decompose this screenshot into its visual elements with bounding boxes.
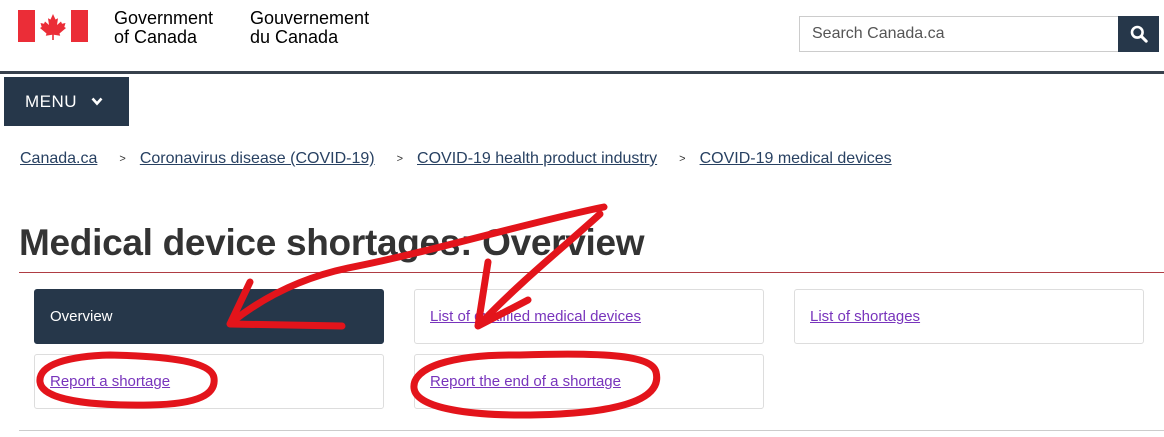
menu-label: MENU — [25, 91, 78, 111]
wordmark-fr-line2: du Canada — [250, 27, 339, 47]
breadcrumb-link-medical-devices[interactable]: COVID-19 medical devices — [700, 150, 892, 168]
title-divider — [19, 272, 1164, 273]
page-title: Medical device shortages: Overview — [19, 222, 645, 263]
nav-item-overview-label: Overview — [50, 308, 113, 325]
breadcrumb-link-health-product-industry[interactable]: COVID-19 health product industry — [417, 150, 657, 168]
breadcrumb-separator: > — [396, 153, 404, 165]
search-icon — [1130, 25, 1148, 43]
nav-item-report-shortage: Report a shortage — [34, 354, 384, 409]
breadcrumb-separator: > — [679, 153, 686, 165]
site-header: Government of Canada Gouvernement du Can… — [0, 0, 1164, 74]
wordmark-fr-line1: Gouvernement — [250, 8, 370, 28]
nav-link-report-end-of-shortage[interactable]: Report the end of a shortage — [430, 373, 621, 390]
breadcrumb-link-canada[interactable]: Canada.ca — [20, 150, 97, 168]
canada-flag-icon[interactable] — [18, 10, 88, 42]
nav-link-list-of-shortages[interactable]: List of shortages — [810, 308, 920, 325]
nav-link-report-shortage[interactable]: Report a shortage — [50, 373, 170, 390]
wordmark-en-line1: Government — [114, 8, 214, 28]
nav-link-qualified-devices[interactable]: List of qualified medical devices — [430, 308, 641, 325]
wordmark-french[interactable]: Gouvernement du Canada — [250, 9, 369, 47]
breadcrumb: Canada.ca > Coronavirus disease (COVID-1… — [20, 150, 892, 168]
nav-item-report-end-of-shortage: Report the end of a shortage — [414, 354, 764, 409]
search-button[interactable] — [1118, 16, 1159, 52]
nav-item-qualified-devices: List of qualified medical devices — [414, 289, 764, 344]
search-input[interactable] — [799, 16, 1118, 52]
search-form — [799, 16, 1159, 52]
wordmark-english[interactable]: Government of Canada — [114, 9, 213, 47]
breadcrumb-separator: > — [119, 153, 126, 165]
chevron-down-icon — [91, 97, 103, 106]
breadcrumb-link-covid19[interactable]: Coronavirus disease (COVID-19) — [140, 150, 375, 168]
bottom-divider — [19, 430, 1164, 431]
nav-item-overview[interactable]: Overview — [34, 289, 384, 344]
nav-item-list-of-shortages: List of shortages — [794, 289, 1144, 344]
wordmark-en-line2: of Canada — [114, 27, 198, 47]
menu-button[interactable]: MENU — [4, 77, 129, 126]
